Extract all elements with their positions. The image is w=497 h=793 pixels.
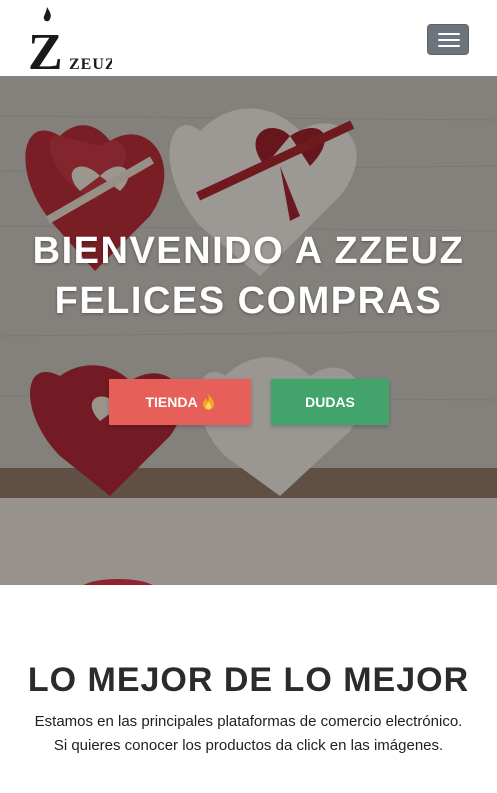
brand-logo-link[interactable]: Z ZEUZ: [28, 7, 116, 81]
tienda-button-label: TIENDA: [145, 394, 198, 410]
logo-flame-icon: [43, 7, 51, 22]
logo-letter: Z: [28, 24, 63, 71]
section-text-line-2: Si quieres conocer los productos da clic…: [53, 737, 444, 754]
hero-title: BIENVENIDO A ZZEUZ FELICES COMPRAS: [0, 226, 497, 326]
hero-title-line-1: BIENVENIDO A ZZEUZ: [32, 230, 465, 272]
navbar: Z ZEUZ: [0, 0, 497, 81]
flame-icon: [202, 394, 214, 410]
section-text-line-1: Estamos en las principales plataformas d…: [34, 713, 463, 730]
hero-overlay-bottom: [0, 498, 497, 585]
tienda-button[interactable]: TIENDA: [109, 379, 251, 425]
dudas-button[interactable]: DUDAS: [271, 379, 389, 425]
logo-text: ZEUZ: [69, 56, 112, 71]
hamburger-icon-bar: [438, 39, 460, 41]
hero-title-line-2: FELICES COMPRAS: [54, 280, 443, 322]
hero-banner: BIENVENIDO A ZZEUZ FELICES COMPRAS TIEND…: [0, 76, 497, 585]
dudas-button-label: DUDAS: [305, 394, 355, 410]
section-title: LO MEJOR DE LO MEJOR: [27, 661, 470, 699]
section-description: Estamos en las principales plataformas d…: [0, 710, 497, 758]
menu-toggle-button[interactable]: [427, 24, 469, 55]
hamburger-icon-bar: [438, 45, 460, 47]
hamburger-icon: [438, 33, 460, 35]
zzeuz-logo: Z ZEUZ: [28, 7, 116, 81]
